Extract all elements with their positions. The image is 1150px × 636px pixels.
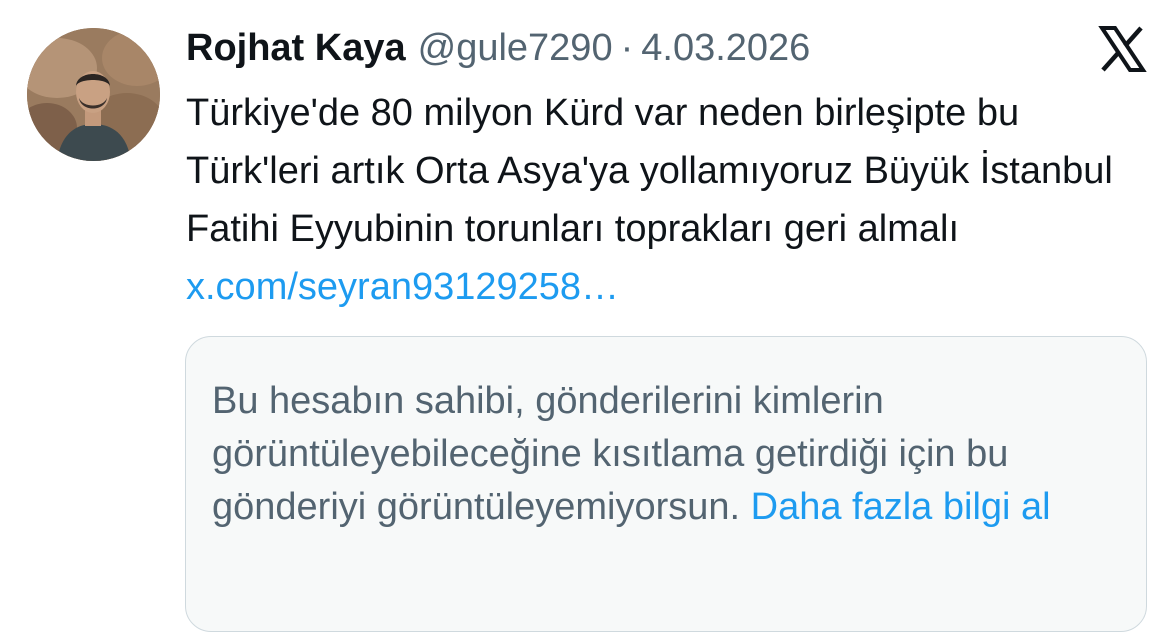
learn-more-link[interactable]: Daha fazla bilgi al — [751, 486, 1051, 528]
x-logo-icon — [1097, 24, 1147, 74]
author-avatar[interactable] — [27, 28, 160, 161]
tweet: Rojhat Kaya @gule7290 · 4.03.2026 Türkiy… — [0, 0, 1150, 636]
avatar-photo-icon — [27, 28, 160, 161]
header-separator: · — [620, 27, 634, 69]
tweet-header: Rojhat Kaya @gule7290 · 4.03.2026 — [186, 24, 810, 72]
tweet-text-content: Türkiye'de 80 milyon Kürd var neden birl… — [186, 92, 1113, 250]
quoted-post-unavailable-notice: Bu hesabın sahibi, gönderilerini kimleri… — [185, 336, 1147, 632]
tweet-link[interactable]: x.com/seyran93129258… — [186, 266, 619, 308]
author-handle[interactable]: @gule7290 — [418, 24, 613, 72]
author-name[interactable]: Rojhat Kaya — [186, 24, 406, 72]
tweet-date[interactable]: 4.03.2026 — [641, 24, 810, 72]
tweet-text: Türkiye'de 80 milyon Kürd var neden birl… — [186, 84, 1136, 316]
